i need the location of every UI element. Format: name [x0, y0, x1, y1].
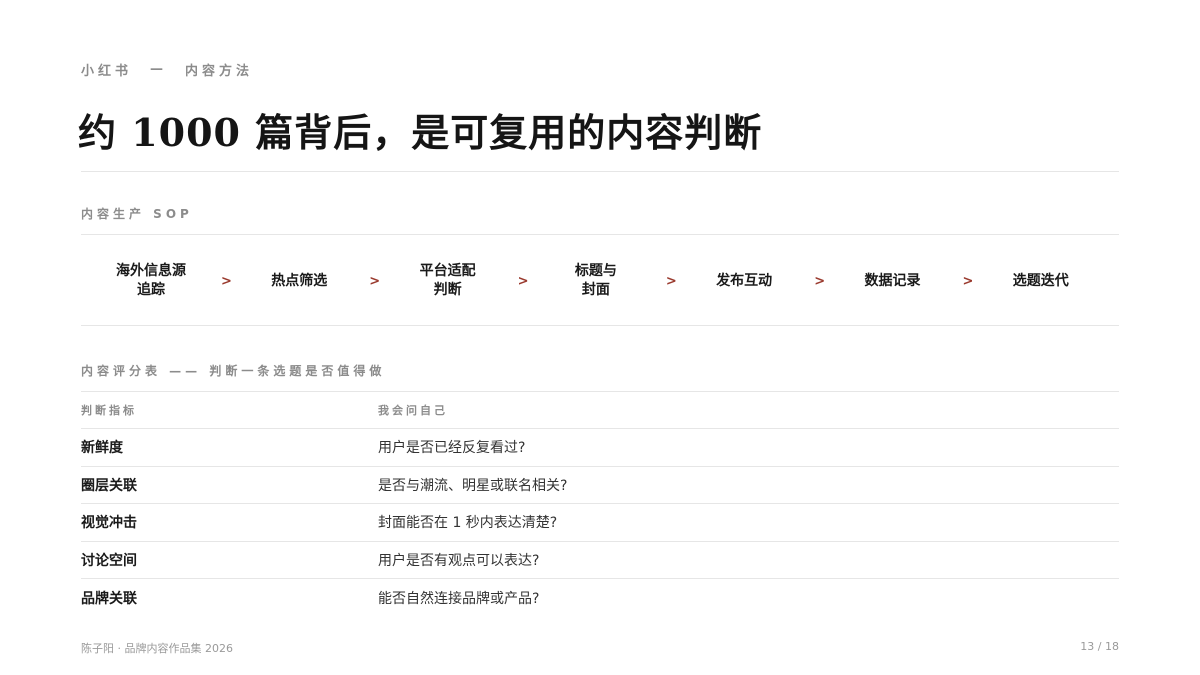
- sop-step: 海外信息源 追踪: [116, 263, 186, 298]
- column-header: 判断指标: [81, 403, 137, 417]
- eyebrow: 小红书 — 内容方法: [81, 60, 253, 79]
- question-cell: 用户是否有观点可以表达?: [378, 553, 540, 570]
- sop-step: 热点筛选: [271, 272, 328, 289]
- metric-cell: 视觉冲击: [81, 515, 137, 532]
- table-row: 讨论空间 用户是否有观点可以表达?: [81, 542, 1119, 580]
- sop-step: 标题与 封面: [574, 263, 617, 298]
- question-cell: 用户是否已经反复看过?: [378, 440, 526, 457]
- divider: [81, 234, 1119, 235]
- table-row: 视觉冲击 封面能否在 1 秒内表达清楚?: [81, 504, 1119, 542]
- question-cell: 是否与潮流、明星或联名相关?: [378, 477, 568, 494]
- chevron-right-icon: >: [814, 273, 826, 289]
- chevron-right-icon: >: [221, 273, 232, 289]
- column-header: 我会问自己: [378, 403, 448, 417]
- metric-cell: 讨论空间: [81, 553, 137, 570]
- table-row: 圈层关联 是否与潮流、明星或联名相关?: [81, 467, 1119, 505]
- eyebrow-section: 内容方法: [185, 64, 254, 79]
- page-title: 约 1000 篇背后，是可复用的内容判断: [78, 110, 763, 155]
- chevron-right-icon: >: [665, 273, 677, 289]
- page-number: 13 / 18: [1080, 640, 1119, 653]
- footer-credit: 陈子阳 · 品牌内容作品集 2026: [81, 642, 233, 655]
- divider: [81, 171, 1119, 172]
- sop-label: 内容生产 SOP: [81, 207, 193, 221]
- metric-cell: 圈层关联: [81, 477, 137, 494]
- scorecard-table: 判断指标 我会问自己 新鲜度 用户是否已经反复看过? 圈层关联 是否与潮流、明星…: [81, 391, 1119, 617]
- metric-cell: 新鲜度: [81, 440, 123, 457]
- metric-cell: 品牌关联: [81, 591, 137, 608]
- divider: [81, 325, 1119, 326]
- eyebrow-brand: 小红书: [81, 64, 133, 79]
- chevron-right-icon: >: [517, 273, 529, 289]
- table-header: 判断指标 我会问自己: [81, 391, 1119, 429]
- eyebrow-separator: —: [150, 62, 168, 77]
- chevron-right-icon: >: [369, 273, 381, 289]
- scorecard-label: 内容评分表 —— 判断一条选题是否值得做: [81, 364, 386, 378]
- sop-step: 数据记录: [864, 272, 921, 289]
- table-row: 新鲜度 用户是否已经反复看过?: [81, 429, 1119, 467]
- sop-step: 平台适配 判断: [419, 263, 476, 298]
- sop-flow: 海外信息源 追踪 > 热点筛选 > 平台适配 判断 > 标题与 封面 > 发布互…: [81, 248, 1119, 314]
- sop-step: 选题迭代: [1012, 272, 1069, 289]
- question-cell: 能否自然连接品牌或产品?: [378, 591, 540, 608]
- question-cell: 封面能否在 1 秒内表达清楚?: [378, 515, 558, 532]
- sop-step: 发布互动: [716, 272, 773, 289]
- table-row: 品牌关联 能否自然连接品牌或产品?: [81, 579, 1119, 617]
- chevron-right-icon: >: [962, 273, 974, 289]
